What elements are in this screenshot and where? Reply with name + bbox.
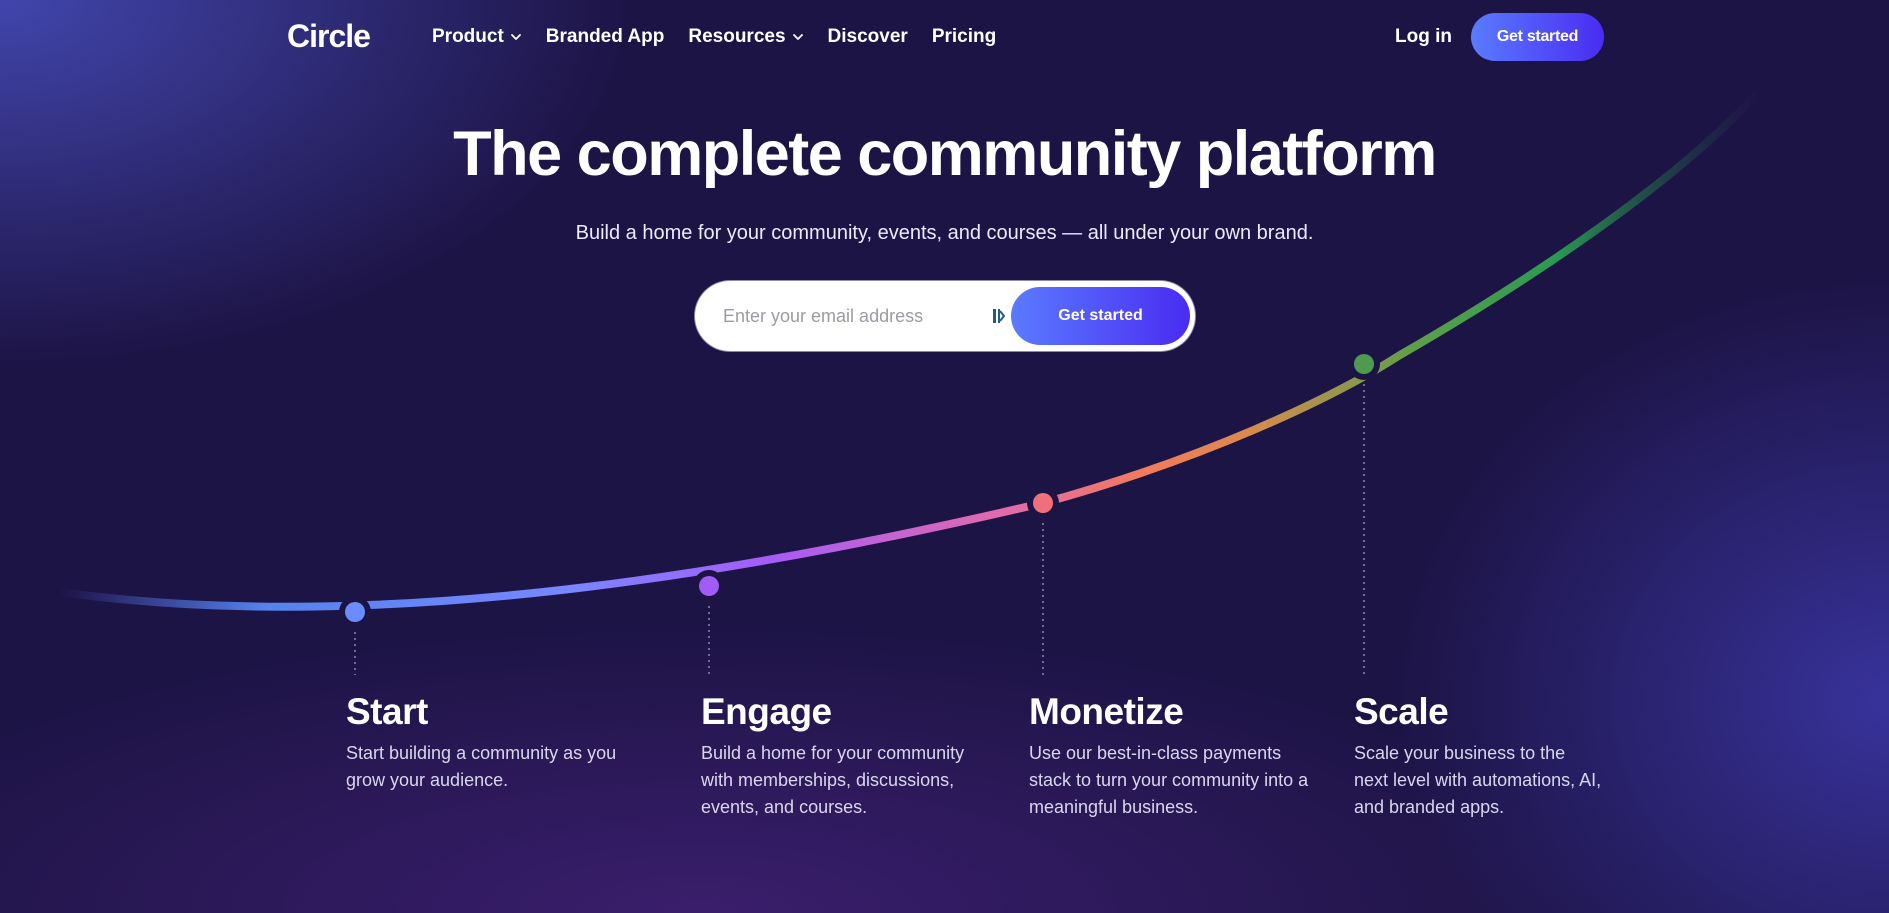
password-manager-icon[interactable] <box>993 307 1005 325</box>
nav-item-discover[interactable]: Discover <box>828 26 908 48</box>
step-markers <box>339 348 1380 675</box>
email-input[interactable] <box>723 281 983 351</box>
step-title: Engage <box>701 691 832 732</box>
step-description: Build a home for your community with mem… <box>701 743 965 817</box>
step-title: Monetize <box>1029 691 1184 732</box>
nav-get-started-button[interactable]: Get started <box>1471 13 1604 61</box>
step-engage: Engage Build a home for your community w… <box>701 690 991 821</box>
nav-item-label: Discover <box>827 26 908 47</box>
hero-subtitle: Build a home for your community, events,… <box>575 222 1314 244</box>
nav-item-product[interactable]: Product <box>432 26 522 48</box>
step-start: Start Start building a community as you … <box>346 690 626 794</box>
login-link[interactable]: Log in <box>1395 26 1452 48</box>
engage-dot <box>699 576 719 596</box>
nav-item-resources[interactable]: Resources <box>688 26 803 48</box>
chevron-down-icon <box>510 34 521 40</box>
hero-get-started-button[interactable]: Get started <box>1011 287 1190 345</box>
nav-item-label: Branded App <box>545 26 665 47</box>
hero-title: The complete community platform <box>453 119 1437 189</box>
step-description: Start building a community as you grow y… <box>346 743 617 790</box>
step-title: Start <box>346 691 428 732</box>
scale-dot <box>1354 354 1374 374</box>
nav-item-pricing[interactable]: Pricing <box>932 26 996 48</box>
nav-item-label: Pricing <box>931 26 997 47</box>
nav-item-branded-app[interactable]: Branded App <box>546 26 665 48</box>
circle-logo[interactable]: Circle <box>287 18 371 55</box>
start-dot <box>345 602 365 622</box>
step-monetize: Monetize Use our best-in-class payments … <box>1029 690 1319 821</box>
step-scale: Scale Scale your business to the next le… <box>1354 690 1604 821</box>
nav-links: Product Branded App Resources Discover P… <box>432 26 996 48</box>
monetize-dot <box>1033 493 1053 513</box>
step-description: Use our best-in-class payments stack to … <box>1029 743 1309 817</box>
nav-item-label: Product <box>432 26 504 47</box>
chevron-down-icon <box>792 34 803 40</box>
top-nav: Circle Product Branded App Resources Dis… <box>0 0 1889 74</box>
nav-item-label: Resources <box>688 26 786 47</box>
step-description: Scale your business to the next level wi… <box>1354 743 1602 817</box>
step-title: Scale <box>1354 691 1449 732</box>
